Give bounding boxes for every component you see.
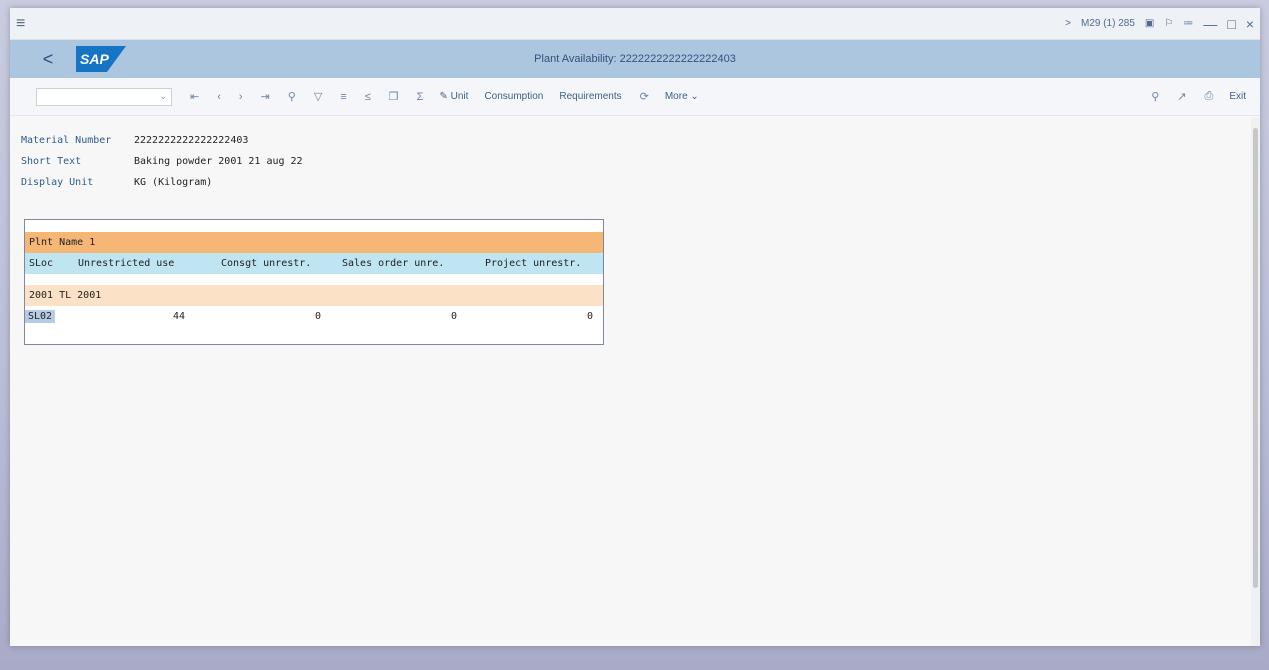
short-text-row: Short Text Baking powder 2001 21 aug 22 [21,151,1260,172]
short-text-value: Baking powder 2001 21 aug 22 [134,156,303,167]
command-field[interactable]: ⌄ [36,87,172,106]
requirements-button[interactable]: Requirements [559,91,621,102]
column-header-row: SLoc Unrestricted use Consgt unrestr. Sa… [25,253,603,274]
chevron-down-icon[interactable]: ⌄ [159,91,167,102]
sloc-cell[interactable]: SL02 [25,310,56,323]
column-header-sloc: SLoc [29,258,54,269]
sap-window: ≡ > M29 (1) 285 ▣ ⚐ ≔ — □ × < SAP Plant … [10,8,1260,646]
plant-group-row[interactable]: 2001 TL 2001 [25,285,603,306]
column-header-sales-order: Sales order unre. [342,258,445,269]
print-icon[interactable]: ⎙ [1205,90,1214,103]
first-page-icon[interactable]: ⇤ [190,90,199,103]
column-header-consgt: Consgt unrestr. [221,258,312,269]
last-page-icon[interactable]: ⇥ [261,90,270,103]
share-icon[interactable]: ↗ [1177,90,1186,103]
flag-icon[interactable]: ⚐ [1164,18,1173,29]
screenshot-icon[interactable]: ▣ [1145,18,1154,29]
short-text-label: Short Text [21,156,82,167]
minimize-icon[interactable]: — [1203,16,1217,32]
application-toolbar: ⌄ ⇤ ‹ › ⇥ ⚲ ▽ ≡ ≤ ❐ Σ ✎ Unit Consumption… [10,78,1260,116]
sort-ascending-icon[interactable]: ≡ [340,91,346,103]
page-title: Plant Availability: 2222222222222222403 [534,53,736,65]
refresh-icon[interactable]: ⟳ [640,90,649,103]
sum-icon[interactable]: Σ [417,91,424,103]
display-unit-row: Display Unit KG (Kilogram) [21,172,1260,193]
scrollbar-thumb[interactable] [1253,128,1258,588]
unit-button[interactable]: ✎ Unit [439,91,468,102]
vertical-scrollbar[interactable] [1251,118,1260,646]
sap-logo: SAP [76,46,126,72]
back-button[interactable]: < [28,49,68,70]
material-label: Material Number [21,135,112,146]
material-value: 2222222222222222403 [134,135,249,146]
unit-label: Unit [450,91,469,102]
hamburger-icon[interactable]: ≡ [16,15,36,33]
material-row: Material Number 2222222222222222403 [21,130,1260,151]
availability-list: Plnt Name 1 SLoc Unrestricted use Consgt… [24,219,604,345]
content-area: Material Number 2222222222222222403 Shor… [10,116,1260,345]
unrestricted-cell[interactable]: 44 [173,311,185,322]
more-label: More [664,91,688,102]
plant-label: Plnt Name 1 [29,237,96,248]
expand-arrow[interactable]: > [1065,18,1071,29]
consgt-cell[interactable]: 0 [315,311,321,322]
plant-group-label: 2001 TL 2001 [29,290,102,301]
table-row[interactable]: SL02 44 0 0 0 [25,306,603,327]
column-header-project: Project unrestr. [485,258,582,269]
copy-icon[interactable]: ❐ [389,90,399,103]
sort-descending-icon[interactable]: ≤ [365,91,371,103]
shell-bar: < SAP Plant Availability: 22222222222222… [10,40,1260,78]
settings-icon[interactable]: ≔ [1183,18,1193,29]
plant-row[interactable]: Plnt Name 1 [25,232,603,253]
column-header-unrestricted: Unrestricted use [78,258,175,269]
more-button[interactable]: More ⌄ [665,91,699,102]
next-icon[interactable]: › [239,91,243,103]
filter-icon[interactable]: ▽ [314,90,322,103]
zoom-icon[interactable]: ⚲ [288,90,296,103]
system-controls: > M29 (1) 285 ▣ ⚐ ≔ — □ × [1065,16,1254,32]
close-icon[interactable]: × [1246,16,1254,32]
system-bar: ≡ > M29 (1) 285 ▣ ⚐ ≔ — □ × [10,8,1260,40]
project-cell[interactable]: 0 [587,311,593,322]
previous-icon[interactable]: ‹ [217,91,221,103]
maximize-icon[interactable]: □ [1227,16,1235,32]
display-unit-label: Display Unit [21,177,94,188]
search-icon[interactable]: ⚲ [1151,90,1159,103]
session-info: M29 (1) 285 [1081,18,1135,29]
consumption-button[interactable]: Consumption [484,91,543,102]
display-unit-value: KG (Kilogram) [134,177,213,188]
exit-button[interactable]: Exit [1229,91,1246,102]
sales-order-cell[interactable]: 0 [451,311,457,322]
